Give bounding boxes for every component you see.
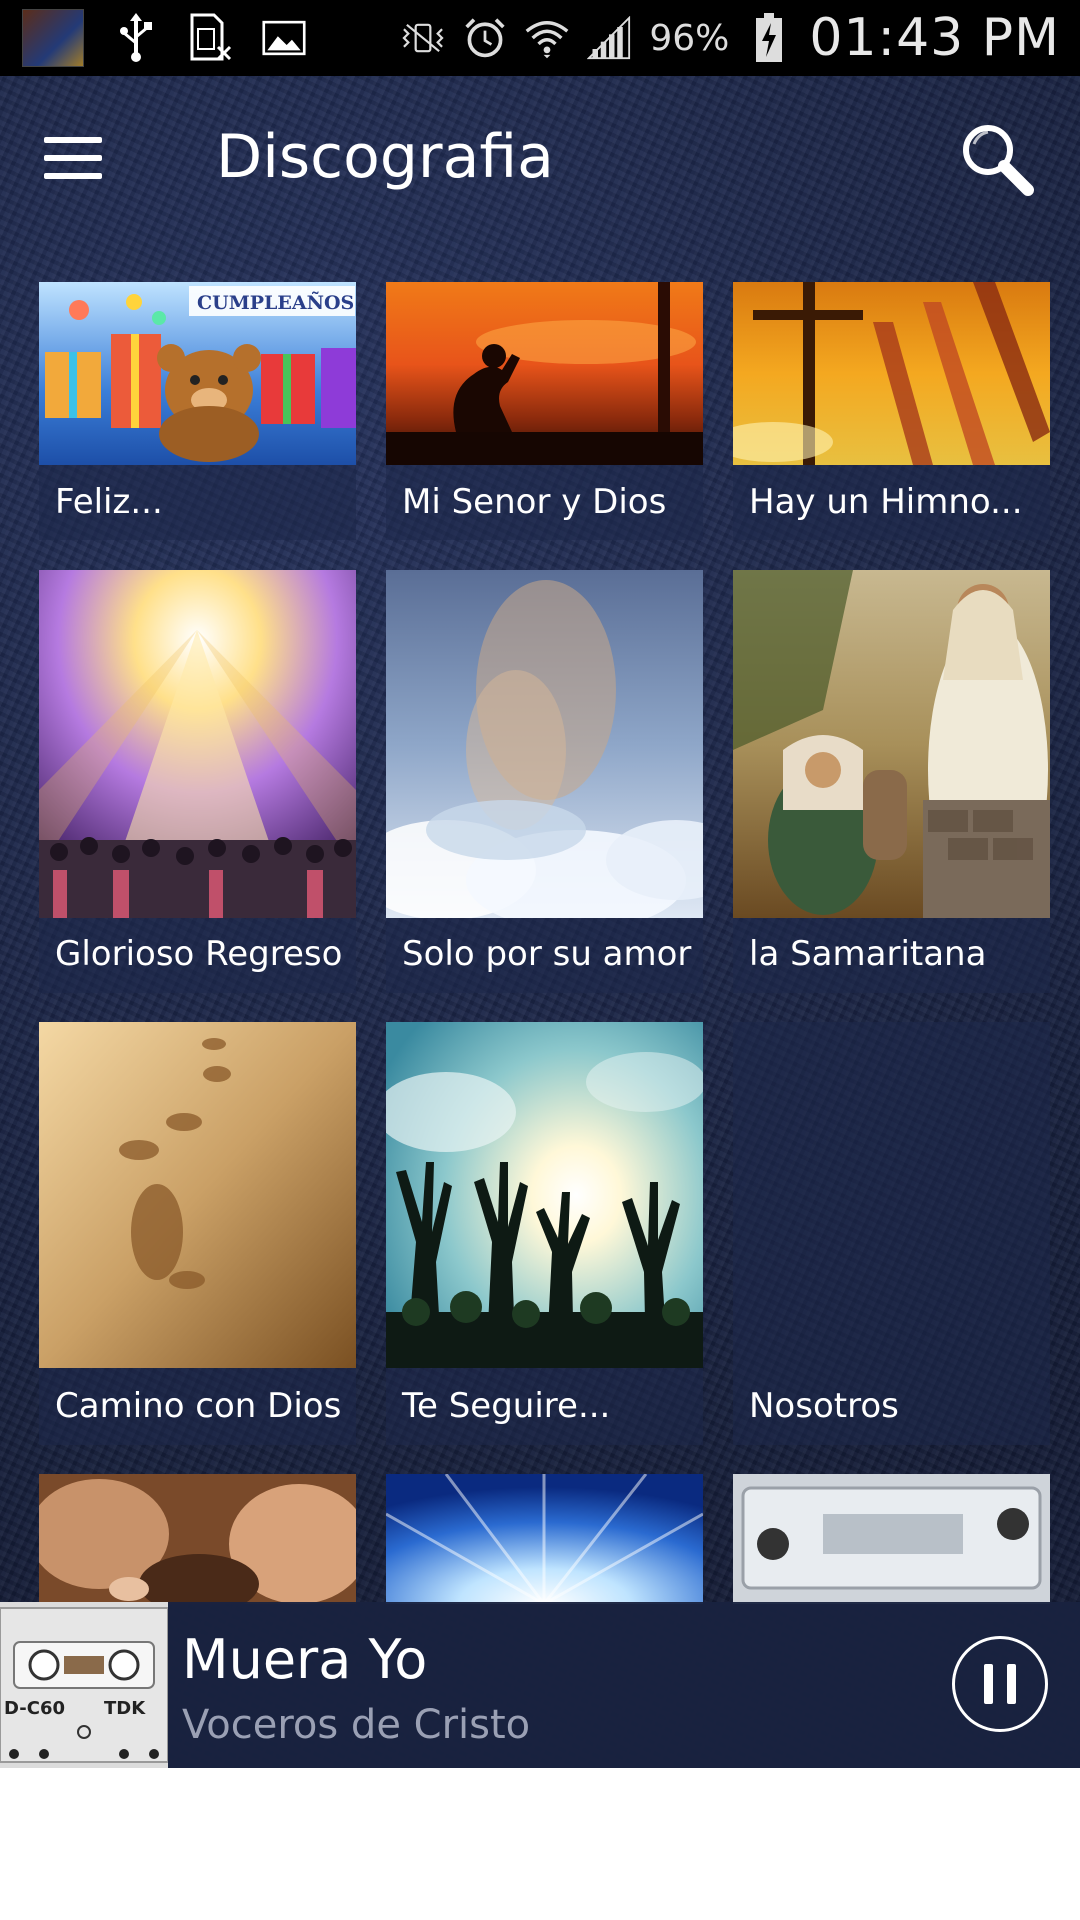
battery-charging-icon [747, 13, 791, 62]
app-container: Discografia CUMPLEAÑOS Feliz... Mi Senor… [0, 76, 1080, 1768]
cassette-label-left: D-C60 [4, 1698, 65, 1719]
hamburger-menu-icon[interactable] [44, 126, 124, 190]
battery-percentage: 96% [649, 17, 730, 59]
album-cover: CUMPLEAÑOS [39, 282, 356, 465]
signal-icon [587, 16, 631, 60]
album-cover-empty [733, 1022, 1050, 1368]
album-cover [386, 282, 703, 465]
search-icon[interactable] [956, 118, 1036, 198]
album-title: Mi Senor y Dios [402, 482, 667, 522]
album-title: Glorioso Regreso [55, 934, 343, 974]
album-card[interactable]: Glorioso Regreso [39, 570, 356, 993]
album-title: Solo por su amor [402, 934, 692, 974]
album-card[interactable]: Camino con Dios [39, 1022, 356, 1445]
album-cover [733, 570, 1050, 918]
sim-card-icon [188, 13, 232, 61]
now-playing-artist: Voceros de Cristo [182, 1702, 531, 1748]
album-title: la Samaritana [749, 934, 987, 974]
album-cover [386, 570, 703, 918]
album-card[interactable]: la Samaritana [733, 570, 1050, 993]
album-card[interactable]: Nosotros [733, 1022, 1050, 1445]
now-playing-bar[interactable]: D-C60 TDK Muera Yo Voceros de Cristo [0, 1602, 1080, 1768]
album-card[interactable] [39, 1474, 356, 1604]
album-card[interactable] [733, 1474, 1050, 1604]
album-cover [39, 1474, 356, 1604]
page-title: Discografia [216, 122, 554, 192]
album-cover [733, 1474, 1050, 1604]
album-card[interactable]: CUMPLEAÑOS Feliz... [39, 282, 356, 540]
birthday-cover-text: CUMPLEAÑOS [197, 291, 354, 314]
toolbar: Discografia [0, 76, 1080, 244]
album-cover [733, 282, 1050, 465]
album-card[interactable] [386, 1474, 703, 1604]
album-card[interactable]: Mi Senor y Dios [386, 282, 703, 540]
album-cover [39, 570, 356, 918]
pause-icon[interactable] [952, 1636, 1048, 1732]
album-cover [386, 1022, 703, 1368]
phone-screen: 96% 01:43 PM Discografia CUMPLEAÑOS Feli… [0, 0, 1080, 1920]
wifi-icon [525, 16, 569, 60]
cassette-album-art: D-C60 TDK [0, 1602, 169, 1768]
album-card[interactable]: Te Seguire... [386, 1022, 703, 1445]
album-card[interactable]: Hay un Himno... [733, 282, 1050, 540]
vibrate-icon [401, 16, 445, 60]
alarm-icon [463, 16, 507, 60]
album-cover [39, 1022, 356, 1368]
album-card[interactable]: Solo por su amor [386, 570, 703, 993]
image-icon [262, 16, 306, 60]
album-title: Hay un Himno... [749, 482, 1023, 522]
album-thumbnail-icon [22, 9, 84, 67]
cassette-label-right: TDK [104, 1698, 146, 1719]
album-title: Feliz... [55, 482, 163, 522]
now-playing-title: Muera Yo [182, 1628, 428, 1691]
album-cover [386, 1474, 703, 1604]
status-time: 01:43 PM [809, 8, 1060, 68]
album-title: Te Seguire... [402, 1386, 611, 1426]
status-bar: 96% 01:43 PM [0, 0, 1080, 76]
usb-icon [114, 13, 158, 62]
album-title: Nosotros [749, 1386, 899, 1426]
album-title: Camino con Dios [55, 1386, 342, 1426]
